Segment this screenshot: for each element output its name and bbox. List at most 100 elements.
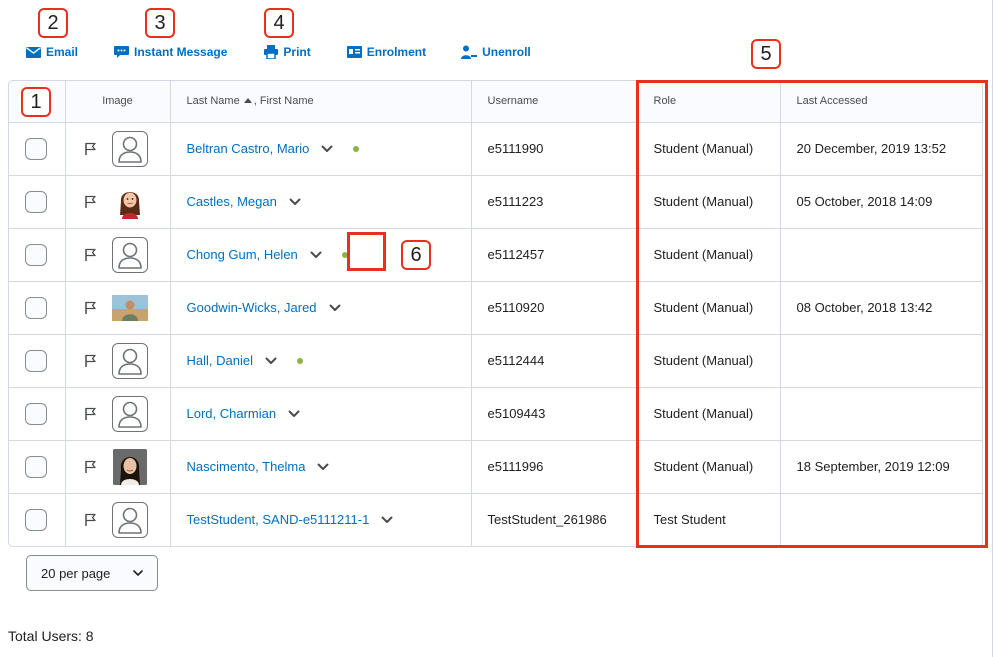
context-menu-chevron-icon[interactable] [381, 512, 397, 528]
table-row: Goodwin-Wicks, Jared e5110920 Student (M… [9, 281, 982, 335]
image-cell [65, 122, 171, 176]
callout-5: 5 [751, 39, 781, 69]
user-placeholder-icon [111, 236, 148, 273]
chevron-down-icon [133, 570, 143, 576]
row-checkbox[interactable] [25, 296, 47, 319]
flag-icon[interactable] [84, 513, 98, 527]
table-row: Lord, Charmian e5109443 Student (Manual) [9, 387, 982, 441]
username-cell: e5112444 [471, 334, 638, 388]
select-cell [9, 228, 66, 282]
online-status-dot [296, 357, 303, 364]
user-name-link[interactable]: Lord, Charmian [187, 406, 277, 421]
name-cell: Beltran Castro, Mario [170, 122, 472, 176]
select-cell [9, 493, 66, 546]
username-cell: e5110920 [471, 281, 638, 335]
table-row: Castles, Megan e5111223 Student (Manual)… [9, 175, 982, 229]
row-checkbox[interactable] [25, 137, 47, 160]
image-cell [65, 334, 171, 388]
row-checkbox[interactable] [25, 190, 47, 213]
sort-ascending-icon [243, 98, 252, 104]
username-cell: e5111223 [471, 175, 638, 229]
user-photo [111, 183, 148, 220]
print-button[interactable]: Print [264, 45, 311, 59]
enrolment-button[interactable]: Enrolment [346, 45, 426, 59]
unenroll-label: Unenroll [482, 45, 531, 59]
flag-icon[interactable] [84, 195, 98, 209]
email-button[interactable]: Email [26, 45, 78, 59]
role-cell: Student (Manual) [637, 228, 781, 282]
user-name-link[interactable]: Castles, Megan [187, 194, 277, 209]
select-cell [9, 175, 66, 229]
context-menu-chevron-icon[interactable] [310, 247, 326, 263]
username-column-header[interactable]: Username [471, 81, 638, 123]
user-name-link[interactable]: Chong Gum, Helen [187, 247, 298, 262]
row-checkbox[interactable] [25, 349, 47, 372]
role-cell: Student (Manual) [637, 175, 781, 229]
flag-icon[interactable] [84, 301, 98, 315]
user-placeholder-icon [111, 501, 148, 538]
context-menu-chevron-icon[interactable] [288, 406, 304, 422]
name-column-header: Last Name , First Name [170, 81, 472, 123]
table-header-row: Image Last Name , First Name Username Rol… [9, 81, 982, 123]
image-cell [65, 493, 171, 546]
user-name-link[interactable]: TestStudent, SAND-e5111211-1 [187, 512, 370, 527]
flag-icon[interactable] [84, 142, 98, 156]
table-row: Beltran Castro, Mario e5111990 Student (… [9, 122, 982, 176]
context-menu-chevron-icon[interactable] [289, 194, 305, 210]
per-page-value: 20 per page [41, 565, 111, 581]
image-cell [65, 281, 171, 335]
last-accessed-cell: 18 September, 2019 12:09 [780, 440, 982, 494]
remove-user-icon [461, 45, 478, 59]
instant-message-button[interactable]: Instant Message [114, 45, 227, 59]
last-accessed-column-header[interactable]: Last Accessed [780, 81, 982, 123]
row-checkbox[interactable] [25, 402, 47, 425]
classlist-page: Email Instant Message Print Enrolment Un… [0, 0, 993, 657]
classlist-table: Image Last Name , First Name Username Rol… [8, 80, 983, 547]
action-toolbar: Email Instant Message Print Enrolment Un… [26, 40, 531, 64]
online-status-dot [341, 251, 348, 258]
flag-icon[interactable] [84, 407, 98, 421]
user-placeholder-icon [111, 342, 148, 379]
name-cell: TestStudent, SAND-e5111211-1 [170, 493, 472, 546]
role-column-header[interactable]: Role [637, 81, 781, 123]
online-status-dot [353, 145, 360, 152]
name-cell: Goodwin-Wicks, Jared [170, 281, 472, 335]
row-checkbox[interactable] [25, 243, 47, 266]
name-cell: Nascimento, Thelma [170, 440, 472, 494]
user-name-link[interactable]: Beltran Castro, Mario [187, 141, 310, 156]
table-row: Chong Gum, Helen e5112457 Student (Manua… [9, 228, 982, 282]
table-row: TestStudent, SAND-e5111211-1 TestStudent… [9, 493, 982, 546]
email-label: Email [46, 45, 79, 59]
row-checkbox[interactable] [25, 455, 47, 478]
flag-icon[interactable] [84, 354, 98, 368]
role-cell: Student (Manual) [637, 387, 781, 441]
context-menu-chevron-icon[interactable] [317, 459, 333, 475]
name-cell: Lord, Charmian [170, 387, 472, 441]
per-page-select[interactable]: 20 per page [26, 555, 158, 591]
name-cell: Castles, Megan [170, 175, 472, 229]
context-menu-chevron-icon[interactable] [329, 300, 345, 316]
callout-4: 4 [264, 8, 294, 38]
user-photo [111, 289, 148, 326]
user-name-link[interactable]: Goodwin-Wicks, Jared [187, 300, 317, 315]
context-menu-chevron-icon[interactable] [265, 353, 281, 369]
role-cell: Student (Manual) [637, 440, 781, 494]
image-column-header: Image [65, 81, 171, 123]
table-body: Beltran Castro, Mario e5111990 Student (… [9, 122, 982, 546]
table-row: Nascimento, Thelma e5111996 Student (Man… [9, 440, 982, 494]
user-name-link[interactable]: Hall, Daniel [187, 353, 253, 368]
callout-3: 3 [145, 8, 175, 38]
user-name-link[interactable]: Nascimento, Thelma [187, 459, 306, 474]
print-label: Print [283, 45, 311, 59]
user-photo [111, 448, 148, 485]
row-checkbox[interactable] [25, 508, 47, 531]
last-accessed-cell [780, 228, 982, 282]
first-name-sort-link[interactable]: , First Name [254, 95, 314, 107]
unenroll-button[interactable]: Unenroll [461, 45, 531, 59]
username-cell: e5111990 [471, 122, 638, 176]
flag-icon[interactable] [84, 248, 98, 262]
select-cell [9, 122, 66, 176]
last-name-sort-link[interactable]: Last Name [187, 95, 240, 107]
flag-icon[interactable] [84, 460, 98, 474]
context-menu-chevron-icon[interactable] [321, 141, 337, 157]
